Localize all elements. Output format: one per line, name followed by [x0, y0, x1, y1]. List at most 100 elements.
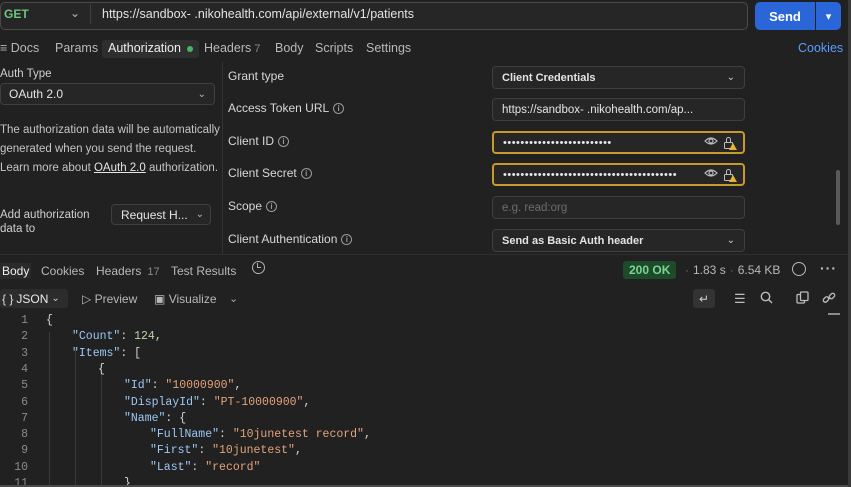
- response-tab-cookies[interactable]: Cookies: [41, 264, 84, 278]
- client-id-value: •••••••••••••••••••••••••: [503, 136, 612, 149]
- tab-params[interactable]: Params: [55, 41, 98, 59]
- code-token: "10junetest record": [232, 428, 364, 442]
- client-secret-value: ••••••••••••••••••••••••••••••••••••••••: [503, 168, 678, 181]
- code-token: ,: [234, 379, 242, 393]
- tab-body[interactable]: Body: [275, 41, 304, 59]
- search-icon[interactable]: [760, 291, 773, 307]
- info-icon[interactable]: i: [341, 234, 353, 246]
- response-headers-count: 17: [147, 266, 160, 278]
- code-token: "Count": [72, 330, 121, 344]
- line-number: 5: [21, 379, 28, 393]
- response-tab-headers[interactable]: Headers 17: [96, 264, 160, 278]
- lock-warning-icon[interactable]: [724, 136, 737, 150]
- line-number: 6: [21, 395, 28, 409]
- client-authentication-select[interactable]: Send as Basic Auth header ⌄: [492, 229, 745, 252]
- response-meta: · 1.83 s · 6.54 KB: [685, 263, 781, 277]
- lock-warning-icon[interactable]: [724, 168, 737, 182]
- response-time: 1.83 s: [693, 263, 726, 277]
- tab-headers-label: Headers: [204, 41, 252, 55]
- code-text: "Name": {: [124, 412, 186, 425]
- response-format-select[interactable]: { } JSON ⌄: [0, 289, 68, 308]
- line-number: 2: [21, 330, 28, 344]
- eye-icon[interactable]: [704, 136, 718, 149]
- preview-label: Preview: [94, 292, 138, 306]
- copy-icon[interactable]: [796, 291, 809, 307]
- tab-docs-label: Docs: [10, 41, 40, 55]
- chevron-down-icon: ⌄: [195, 209, 204, 220]
- preview-button[interactable]: ▷ Preview: [82, 292, 137, 306]
- http-method-select[interactable]: GET: [4, 7, 29, 21]
- tab-settings[interactable]: Settings: [366, 41, 411, 59]
- filter-icon[interactable]: ☰: [734, 291, 746, 307]
- more-options-icon[interactable]: ···: [820, 260, 837, 276]
- access-token-url-label-text: Access Token URL: [228, 101, 330, 115]
- network-globe-icon[interactable]: [792, 262, 806, 276]
- access-token-url-input[interactable]: https://sandbox- .nikohealth.com/ap...: [492, 98, 745, 121]
- response-format-value: JSON: [16, 291, 49, 306]
- cookies-link[interactable]: Cookies: [798, 41, 843, 55]
- history-icon[interactable]: [252, 261, 265, 274]
- code-text: "DisplayId": "PT-10000900",: [124, 396, 310, 409]
- code-token: "Last": [150, 460, 192, 474]
- indent-guide: [75, 348, 76, 487]
- code-token: :: [198, 444, 213, 458]
- scrollbar-thumb[interactable]: [836, 170, 840, 225]
- tab-scripts[interactable]: Scripts: [315, 41, 353, 59]
- response-tab-headers-label: Headers: [96, 264, 142, 278]
- tab-docs[interactable]: ≡ Docs: [0, 41, 39, 59]
- code-token: ,: [294, 444, 302, 458]
- code-scrollbar[interactable]: [828, 313, 840, 315]
- url-input[interactable]: https://sandbox- .nikohealth.com/api/ext…: [102, 7, 414, 21]
- code-token: ,: [363, 428, 371, 442]
- chevron-down-icon[interactable]: ⌄: [70, 6, 80, 20]
- docs-icon: ≡: [0, 41, 8, 55]
- send-options-button[interactable]: ▾: [816, 2, 841, 30]
- auth-type-select[interactable]: OAuth 2.0 ⌄: [0, 83, 215, 105]
- code-token: "Items": [72, 346, 121, 360]
- indent-guide: [49, 332, 50, 487]
- response-body-code[interactable]: 1 {2 "Count": 124, 3 "Items": [4 {5 "Id": "100…: [0, 312, 851, 487]
- url-divider: [90, 4, 91, 24]
- response-tab-body[interactable]: Body: [0, 263, 32, 279]
- oauth-learn-more-link[interactable]: OAuth 2.0: [94, 162, 146, 174]
- code-text: {: [46, 314, 53, 327]
- info-icon[interactable]: i: [333, 103, 345, 115]
- info-icon[interactable]: i: [266, 201, 278, 213]
- line-number: 4: [21, 362, 28, 376]
- send-button[interactable]: Send: [755, 2, 815, 30]
- visualize-button[interactable]: ▣ Visualize: [154, 292, 217, 306]
- chevron-down-icon[interactable]: ⌄: [229, 292, 238, 305]
- code-text: "Id": "10000900",: [124, 379, 241, 392]
- line-number: 10: [14, 460, 28, 474]
- chevron-down-icon: ⌄: [726, 72, 735, 83]
- tab-authorization-label: Authorization: [108, 41, 181, 55]
- code-token: "PT-10000900": [213, 395, 304, 409]
- auth-type-value: OAuth 2.0: [9, 87, 64, 101]
- code-token: "FullName": [150, 428, 220, 442]
- chevron-down-icon: ▾: [825, 10, 832, 23]
- auth-desc-text-end: authorization.: [145, 162, 219, 174]
- image-icon: ▣: [154, 292, 166, 306]
- client-id-input[interactable]: •••••••••••••••••••••••••: [492, 131, 745, 154]
- tab-authorization[interactable]: Authorization: [102, 40, 199, 58]
- scope-placeholder: e.g. read:org: [502, 201, 568, 214]
- wrap-lines-icon[interactable]: ↵: [693, 289, 715, 308]
- code-token: "Id": [124, 379, 152, 393]
- tab-headers[interactable]: Headers 7: [204, 41, 260, 59]
- grant-type-select[interactable]: Client Credentials ⌄: [492, 66, 745, 89]
- eye-icon[interactable]: [704, 168, 718, 181]
- info-icon[interactable]: i: [300, 168, 312, 180]
- link-icon[interactable]: [822, 291, 836, 308]
- info-icon[interactable]: i: [278, 136, 290, 148]
- code-token: ,: [303, 395, 311, 409]
- client-secret-input[interactable]: ••••••••••••••••••••••••••••••••••••••••: [492, 163, 745, 186]
- auth-type-label: Auth Type: [0, 68, 52, 80]
- client-auth-label-text: Client Authentication: [228, 232, 338, 246]
- response-tab-test-results[interactable]: Test Results: [171, 264, 236, 278]
- scope-input[interactable]: e.g. read:org: [492, 196, 745, 219]
- add-auth-select[interactable]: Request H... ⌄: [111, 204, 211, 225]
- panel-divider: [222, 62, 223, 254]
- grant-type-label: Grant type: [228, 69, 285, 83]
- line-number: 7: [21, 411, 28, 425]
- client-secret-label-text: Client Secret: [228, 166, 297, 180]
